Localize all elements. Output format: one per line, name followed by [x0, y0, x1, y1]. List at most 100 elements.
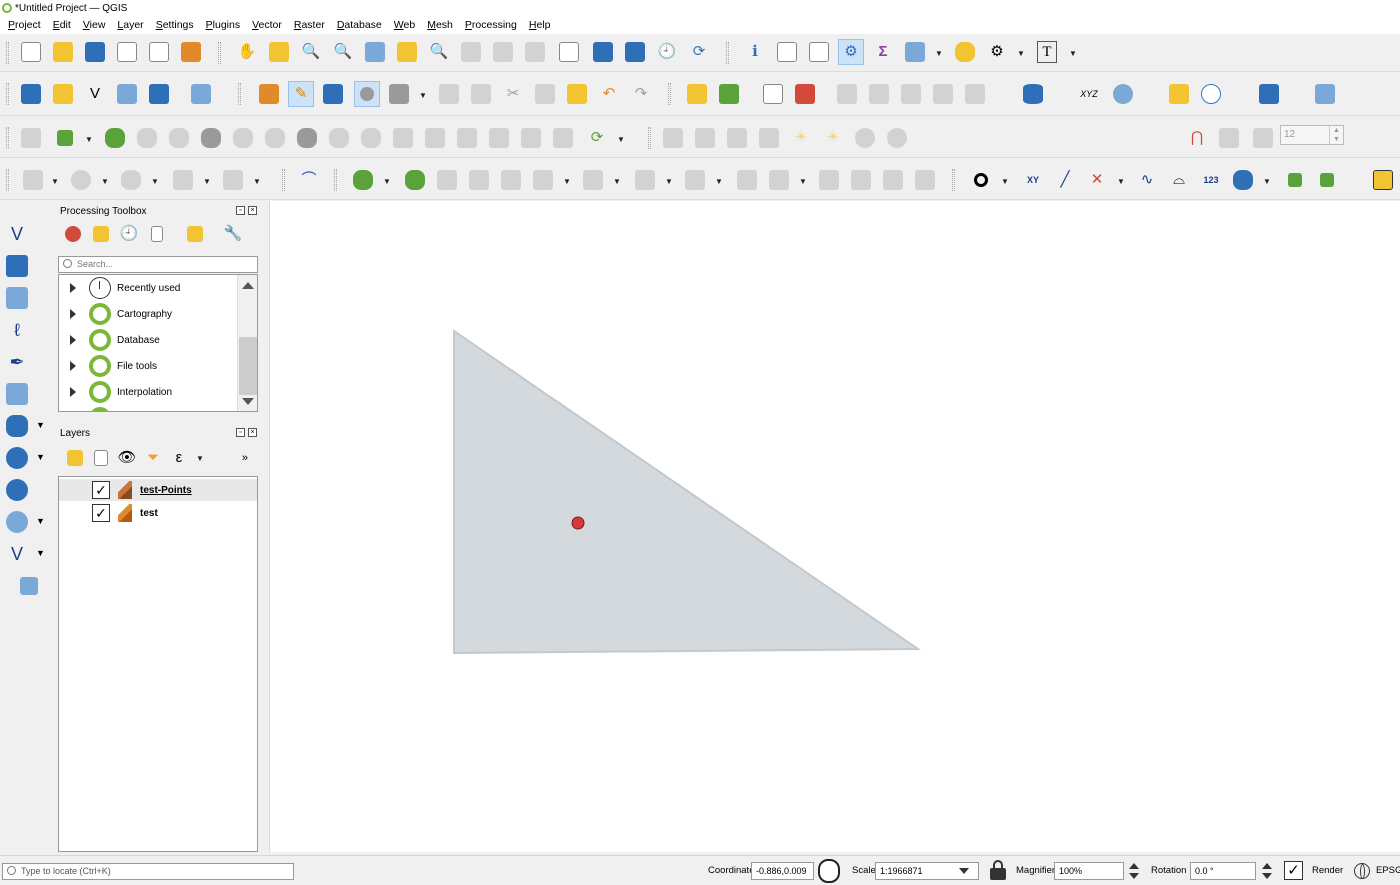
filter-legend-button[interactable]: ⏷	[143, 448, 163, 468]
models-button[interactable]	[63, 224, 83, 244]
add-plugin-layer-button[interactable]	[16, 573, 42, 599]
toolbar-grip[interactable]	[6, 83, 9, 105]
new-bookmark-button[interactable]	[590, 39, 616, 65]
tree-item-database[interactable]: Database	[59, 327, 239, 353]
shape-tool-4-button[interactable]	[756, 125, 782, 151]
toolbar-grip[interactable]	[6, 169, 9, 191]
sun-tool-2-button[interactable]: ☀	[820, 125, 846, 151]
options-button[interactable]: 🔧	[223, 224, 243, 244]
move-feature-dropdown[interactable]: ▼	[84, 134, 94, 144]
add-postgis-button[interactable]	[4, 413, 30, 439]
disabled-tool-1-button[interactable]	[434, 167, 460, 193]
vector-tile-dropdown[interactable]: ▼	[36, 548, 45, 558]
refresh-button[interactable]: ⟳	[686, 39, 712, 65]
intersect-dropdown[interactable]: ▼	[1116, 176, 1126, 186]
lock-scale-icon[interactable]	[990, 860, 1006, 880]
more-tools-button[interactable]: »	[242, 452, 248, 464]
zoom-full-button[interactable]	[362, 39, 388, 65]
vertex-tool-button[interactable]	[386, 81, 412, 107]
new-temporary-layer-button[interactable]	[114, 81, 140, 107]
menu-web[interactable]: Web	[389, 19, 420, 31]
identify-features-button[interactable]: ℹ	[742, 39, 768, 65]
copy-features-button[interactable]	[532, 81, 558, 107]
snapping-tolerance-spinbox[interactable]: 12 ▲ ▼	[1280, 125, 1344, 145]
toolbox-scrollbar[interactable]	[237, 275, 257, 411]
disabled-tool-13-button[interactable]	[912, 167, 938, 193]
offset-point-symbols-button[interactable]	[550, 125, 576, 151]
save-layer-edits-button[interactable]	[320, 81, 346, 107]
disabled-tool-9-dropdown[interactable]: ▼	[798, 176, 808, 186]
merge-features-button[interactable]	[454, 125, 480, 151]
shape-tool-3-button[interactable]	[724, 125, 750, 151]
new-print-layout-button[interactable]	[114, 39, 140, 65]
render-checkbox[interactable]: ✓	[1284, 861, 1303, 880]
menu-processing[interactable]: Processing	[460, 19, 522, 31]
toolbar-grip[interactable]	[282, 169, 285, 191]
menu-settings[interactable]: Settings	[151, 19, 199, 31]
rotation-field[interactable]: 0.0 °	[1190, 862, 1256, 880]
highlight-pinned-labels-button[interactable]	[760, 81, 786, 107]
wcs-dropdown[interactable]: ▼	[36, 516, 45, 526]
annotation-dropdown[interactable]: ▼	[1068, 48, 1078, 58]
toggle-editing-button[interactable]: ✎	[288, 81, 314, 107]
circular-string-dropdown[interactable]: ▼	[50, 176, 60, 186]
zoom-next-button[interactable]	[522, 39, 548, 65]
show-unplaced-labels-button[interactable]	[792, 81, 818, 107]
pan-map-button[interactable]: ✋	[234, 39, 260, 65]
tree-item-partial[interactable]	[59, 405, 239, 411]
circle-marker-button[interactable]	[968, 167, 994, 193]
tree-item-cartography[interactable]: Cartography	[59, 301, 239, 327]
disabled-tool-4-button[interactable]	[530, 167, 556, 193]
spin-arrows-icon[interactable]: ▲ ▼	[1329, 126, 1343, 144]
disabled-tool-9-button[interactable]	[766, 167, 792, 193]
zoom-out-button[interactable]: 🔍	[330, 39, 356, 65]
show-bookmarks-button[interactable]	[622, 39, 648, 65]
disabled-tool-7-button[interactable]	[682, 167, 708, 193]
polygon-tool-1-button[interactable]	[350, 167, 376, 193]
rotate-feature-button[interactable]	[102, 125, 128, 151]
disabled-tool-6-button[interactable]	[632, 167, 658, 193]
toolbar-grip[interactable]	[334, 169, 337, 191]
rotation-spin-icon[interactable]	[1259, 861, 1275, 881]
new-shapefile-layer-button[interactable]: V	[82, 81, 108, 107]
numbering-button[interactable]: 123	[1198, 167, 1224, 193]
scroll-thumb[interactable]	[239, 337, 257, 395]
disabled-tool-2-button[interactable]	[466, 167, 492, 193]
postgis-dropdown[interactable]: ▼	[36, 420, 45, 430]
coordinate-field[interactable]: -0.886,0.009	[751, 862, 814, 880]
circle-dropdown[interactable]: ▼	[100, 176, 110, 186]
rotate-label-button[interactable]	[930, 81, 956, 107]
map-tips-button[interactable]	[952, 39, 978, 65]
open-layer-styling-button[interactable]	[65, 448, 85, 468]
offset-curve-button[interactable]	[358, 125, 384, 151]
scroll-down-icon[interactable]	[242, 398, 254, 405]
open-project-button[interactable]	[50, 39, 76, 65]
globe-tool-2-button[interactable]	[884, 125, 910, 151]
split-features-button[interactable]	[390, 125, 416, 151]
expand-arrow-icon[interactable]	[70, 309, 76, 319]
close-panel-icon[interactable]: ×	[248, 206, 257, 215]
new-project-button[interactable]	[18, 39, 44, 65]
menu-project[interactable]: Project	[3, 19, 46, 31]
disabled-tool-8-button[interactable]	[734, 167, 760, 193]
show-statistical-summary-button[interactable]: Σ	[870, 39, 896, 65]
processing-toolbox-button[interactable]: ⚙	[838, 39, 864, 65]
disabled-tool-12-button[interactable]	[880, 167, 906, 193]
toolbar-grip[interactable]	[218, 42, 221, 64]
disabled-tool-11-button[interactable]	[848, 167, 874, 193]
data-source-manager-button[interactable]	[18, 81, 44, 107]
menu-vector[interactable]: Vector	[247, 19, 287, 31]
crs-button[interactable]	[1198, 81, 1224, 107]
toolbar-grip[interactable]	[6, 42, 9, 64]
tree-item-interpolation[interactable]: Interpolation	[59, 379, 239, 405]
add-rectangle-button[interactable]	[170, 167, 196, 193]
toolbar-grip[interactable]	[726, 42, 729, 64]
tree-item-file-tools[interactable]: File tools	[59, 353, 239, 379]
move-feature-button[interactable]	[52, 125, 78, 151]
map-canvas[interactable]	[269, 201, 1400, 852]
python-console-button[interactable]	[1166, 81, 1192, 107]
menu-raster[interactable]: Raster	[289, 19, 330, 31]
layout-manager-button[interactable]	[146, 39, 172, 65]
cad-tools-button[interactable]	[18, 125, 44, 151]
measure-dropdown[interactable]: ▼	[934, 48, 944, 58]
